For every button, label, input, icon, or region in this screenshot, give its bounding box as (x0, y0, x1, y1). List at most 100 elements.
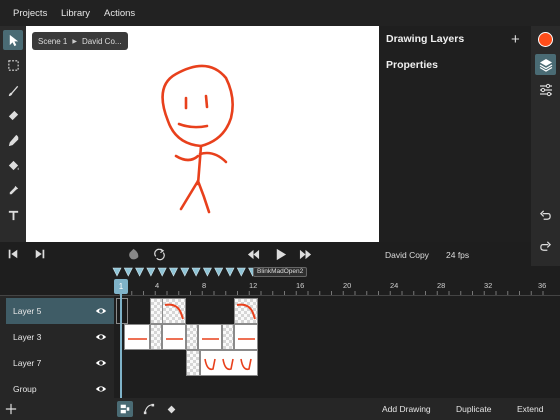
eyedropper-tool[interactable] (3, 180, 23, 200)
brush-tool[interactable] (3, 80, 23, 100)
frame-cell[interactable] (200, 350, 258, 376)
plus-icon[interactable] (5, 403, 17, 415)
frame-cell[interactable] (162, 298, 186, 324)
extend-button[interactable]: Extend (517, 404, 543, 414)
layer-row[interactable]: Layer 5 (6, 298, 114, 324)
layers-icon (539, 58, 552, 72)
paint-bucket-tool[interactable] (3, 155, 23, 175)
eraser-tool[interactable] (3, 105, 23, 125)
text-tool[interactable] (3, 205, 23, 225)
fast-forward-button[interactable] (298, 247, 312, 261)
onion-skin-icon (128, 248, 138, 259)
keyframe-icon[interactable] (167, 405, 176, 414)
select-arrow-icon (9, 34, 18, 46)
next-frame-button[interactable] (33, 247, 47, 261)
visibility-toggle[interactable] (94, 382, 108, 396)
frame-thumbnail (166, 338, 183, 340)
top-menu-bar: Projects Library Actions (0, 0, 560, 26)
menu-library[interactable]: Library (61, 8, 90, 19)
properties-button[interactable] (535, 79, 556, 100)
keyframe-marker[interactable] (202, 267, 212, 277)
frame-cell[interactable] (234, 298, 258, 324)
pencil-tool[interactable] (3, 130, 23, 150)
layers-button[interactable] (535, 54, 556, 75)
figure-left-arm (174, 154, 200, 162)
fast-forward-icon (299, 249, 311, 259)
menu-projects[interactable]: Projects (13, 8, 47, 19)
keyframe-marker[interactable] (146, 267, 156, 277)
keyframe-marker[interactable] (236, 267, 246, 277)
frame-thumbnail (128, 338, 147, 340)
current-color-swatch[interactable] (538, 32, 553, 47)
frame-cell[interactable] (150, 324, 162, 350)
layer-row[interactable]: Layer 7 (6, 350, 114, 376)
brush-icon (8, 85, 18, 96)
frames-icon (120, 404, 130, 414)
timeline-tracks[interactable] (114, 296, 560, 398)
play-icon (276, 248, 286, 260)
frame-ruler[interactable]: 4 8 12 16 20 24 28 32 36 (0, 278, 560, 296)
marquee-icon (7, 59, 19, 71)
properties-title[interactable]: Properties (386, 59, 438, 71)
frame-rate[interactable]: 24 fps (446, 250, 469, 260)
marquee-tool[interactable] (3, 55, 23, 75)
keyframe-marker[interactable] (135, 267, 145, 277)
playhead[interactable]: 1 (114, 279, 128, 294)
ruler-label: 36 (538, 281, 547, 290)
duplicate-button[interactable]: Duplicate (456, 404, 491, 414)
frame-cell[interactable] (162, 324, 186, 350)
redo-icon (540, 241, 551, 251)
layer-list: Layer 5 Layer 3 Layer 7 Group (0, 296, 114, 398)
ruler-label: 24 (390, 281, 399, 290)
frame-cell[interactable] (186, 324, 198, 350)
curve-icon[interactable] (143, 403, 155, 415)
keyframe-marker[interactable] (225, 267, 235, 277)
right-toolbar (531, 26, 560, 266)
undo-icon (540, 210, 551, 220)
timeline-mode-button[interactable] (117, 401, 133, 417)
rewind-button[interactable] (246, 247, 260, 261)
playhead-line (120, 294, 122, 398)
pencil-icon (8, 134, 18, 146)
visibility-toggle[interactable] (94, 330, 108, 344)
eye-icon (95, 334, 107, 340)
undo-button[interactable] (535, 205, 556, 226)
add-layer-button[interactable]: + (511, 31, 520, 48)
frame-cell[interactable] (116, 298, 128, 324)
ruler-ticks (119, 291, 544, 295)
layer-row[interactable]: Layer 3 (6, 324, 114, 350)
frame-cell[interactable] (234, 324, 258, 350)
keyframe-marker[interactable] (214, 267, 224, 277)
figure-body (196, 144, 203, 186)
ruler-label: 28 (437, 281, 446, 290)
ruler-label: 20 (343, 281, 352, 290)
keyframe-marker[interactable] (191, 267, 201, 277)
frame-thumbnail (202, 338, 219, 340)
marker-label[interactable]: BlinkMadOpen2 (253, 267, 308, 277)
frame-cell[interactable] (124, 324, 150, 350)
loop-button[interactable] (152, 247, 166, 261)
onion-skin-button[interactable] (126, 247, 140, 261)
frame-cell[interactable] (198, 324, 222, 350)
select-tool[interactable] (3, 30, 23, 50)
prev-frame-button[interactable] (6, 247, 20, 261)
add-drawing-button[interactable]: Add Drawing (382, 404, 431, 414)
keyframe-marker[interactable] (123, 267, 133, 277)
layers-panel: Drawing Layers + Properties (379, 26, 531, 242)
figure-right-eye (204, 94, 209, 109)
frame-cell[interactable] (222, 324, 234, 350)
frame-cell[interactable] (186, 350, 200, 376)
drawing-canvas[interactable]: Scene 1 ▶ David Co... (26, 26, 379, 242)
visibility-toggle[interactable] (94, 304, 108, 318)
visibility-toggle[interactable] (94, 356, 108, 370)
keyframe-marker[interactable] (169, 267, 178, 277)
keyframe-marker[interactable] (157, 267, 167, 277)
keyframe-marker[interactable] (180, 267, 190, 277)
play-button[interactable] (273, 247, 287, 261)
ruler-label: 16 (296, 281, 305, 290)
keyframe-marker[interactable] (112, 267, 122, 277)
menu-actions[interactable]: Actions (104, 8, 135, 19)
bottom-toolbar: Add Drawing Duplicate Extend (0, 398, 560, 420)
keyframe-markers[interactable] (0, 266, 260, 278)
redo-button[interactable] (535, 236, 556, 257)
